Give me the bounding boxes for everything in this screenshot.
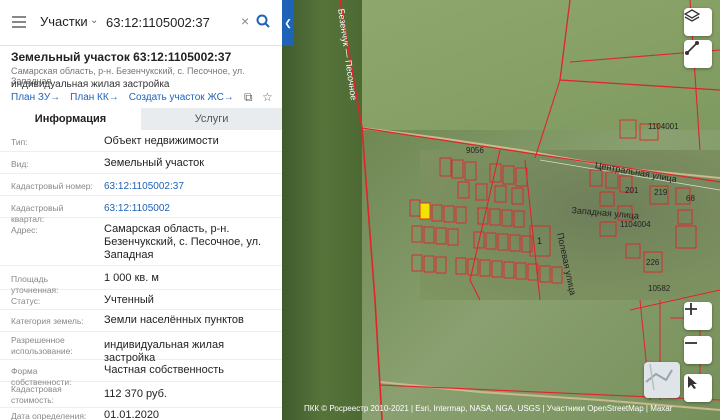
info-key: Кадастровая стоимость:	[11, 384, 62, 405]
search-type-select[interactable]: Участки	[40, 14, 88, 29]
info-row-kind: Вид: Земельный участок	[0, 152, 282, 174]
copy-icon[interactable]: ⧉	[244, 90, 253, 105]
info-value: Объект недвижимости	[104, 135, 219, 147]
parcel-number-label: 226	[646, 258, 660, 267]
info-row-address: Адрес: Самарская область, р-н. Безенчукс…	[0, 218, 282, 266]
info-row-valuation-date: Дата определения: 01.01.2020	[0, 408, 282, 420]
info-key: Дата определения:	[11, 411, 87, 420]
info-row-type: Тип: Объект недвижимости	[0, 130, 282, 152]
close-icon[interactable]: ×	[241, 13, 249, 29]
info-row-cadastral-value: Кадастровая стоимость: 112 370 руб.	[0, 382, 282, 408]
info-row-area: Площадь уточненная: 1 000 кв. м	[0, 266, 282, 295]
info-button[interactable]	[684, 374, 712, 402]
minus-icon	[685, 342, 697, 344]
info-value: 01.01.2020	[104, 409, 160, 420]
ruler-icon	[685, 41, 699, 55]
layers-button[interactable]	[684, 8, 712, 36]
info-key: Статус:	[11, 296, 41, 306]
star-icon[interactable]: ☆	[262, 90, 273, 104]
info-value: Учтенный	[104, 294, 154, 306]
info-value: 1 000 кв. м	[104, 272, 159, 284]
zoom-out-button[interactable]	[684, 336, 712, 364]
parcel-title: Земельный участок 63:12:1105002:37	[11, 50, 232, 64]
info-value: Земельный участок	[104, 157, 205, 169]
chevron-down-icon[interactable]: ⌄	[90, 15, 98, 26]
info-key: Категория земель:	[11, 316, 84, 326]
zoom-in-button[interactable]	[684, 302, 712, 330]
info-row-permitted-use: Разрешенное использование: индивидуальна…	[0, 332, 282, 364]
create-parcel-link[interactable]: Создать участок ЖС→	[129, 92, 234, 103]
parcel-number-label: 1104001	[648, 122, 679, 131]
search-bar: Участки ⌄ ×	[0, 0, 282, 46]
info-panel: Участки ⌄ × Земельный участок 63:12:1105…	[0, 0, 282, 420]
basemap-thumbnail[interactable]	[644, 362, 680, 398]
search-icon[interactable]	[256, 14, 270, 28]
info-row-land-category: Категория земель: Земли населённых пункт…	[0, 310, 282, 332]
info-value: Частная собственность	[104, 364, 225, 376]
plan-kk-link[interactable]: План КК→	[70, 92, 119, 103]
info-value: Земли населённых пунктов	[104, 314, 244, 326]
parcel-number-label: 219	[654, 188, 668, 197]
tab-services[interactable]: Услуги	[141, 108, 282, 130]
plus-icon	[685, 303, 697, 315]
collapse-panel-button[interactable]: ❮	[282, 0, 294, 46]
cadastral-quarter-link[interactable]: 63:12:1105002	[104, 202, 276, 215]
map-attribution: ПКК © Росреестр 2010-2021 | Esri, Interm…	[304, 404, 673, 413]
menu-icon[interactable]	[12, 16, 26, 28]
tab-info[interactable]: Информация	[0, 108, 141, 130]
info-key: Кадастровый номер:	[11, 181, 93, 191]
parcel-number-label: 1	[537, 236, 543, 246]
chevron-left-icon: ❮	[284, 17, 292, 28]
parcel-number-label: 1104004	[620, 220, 651, 229]
parcel-number-label: 68	[686, 194, 695, 203]
search-input[interactable]	[106, 12, 236, 32]
info-value: 112 370 руб.	[104, 388, 167, 400]
cadastral-number-link[interactable]: 63:12:1105002:37	[104, 180, 276, 193]
ruler-button[interactable]	[684, 40, 712, 68]
info-key: Тип:	[11, 137, 28, 147]
info-row-ownership: Форма собственности: Частная собственнос…	[0, 360, 282, 387]
info-row-cadastral-quarter: Кадастровый квартал: 63:12:1105002	[0, 196, 282, 224]
basemap-icon	[645, 363, 673, 391]
info-key: Вид:	[11, 159, 29, 169]
parcel-number-label: 10582	[648, 284, 671, 293]
cursor-icon	[688, 376, 697, 389]
info-key: Адрес:	[11, 225, 38, 235]
layers-icon	[684, 9, 700, 22]
panel-tabs: Информация Услуги	[0, 108, 282, 130]
info-key: Разрешенное использование:	[11, 335, 73, 356]
info-row-cadastral-number: Кадастровый номер: 63:12:1105002:37	[0, 174, 282, 196]
plan-zu-link[interactable]: План ЗУ→	[11, 92, 60, 103]
parcel-usage: индивидуальная жилая застройка	[11, 79, 170, 90]
parcel-number-label: 201	[625, 186, 639, 195]
info-value: Самарская область, р-н. Безенчукский, с.…	[104, 223, 262, 261]
parcel-number-label: 9056	[466, 146, 484, 155]
info-row-status: Статус: Учтенный	[0, 290, 282, 310]
parcel-links: План ЗУ→ План КК→ Создать участок ЖС→	[11, 92, 234, 103]
